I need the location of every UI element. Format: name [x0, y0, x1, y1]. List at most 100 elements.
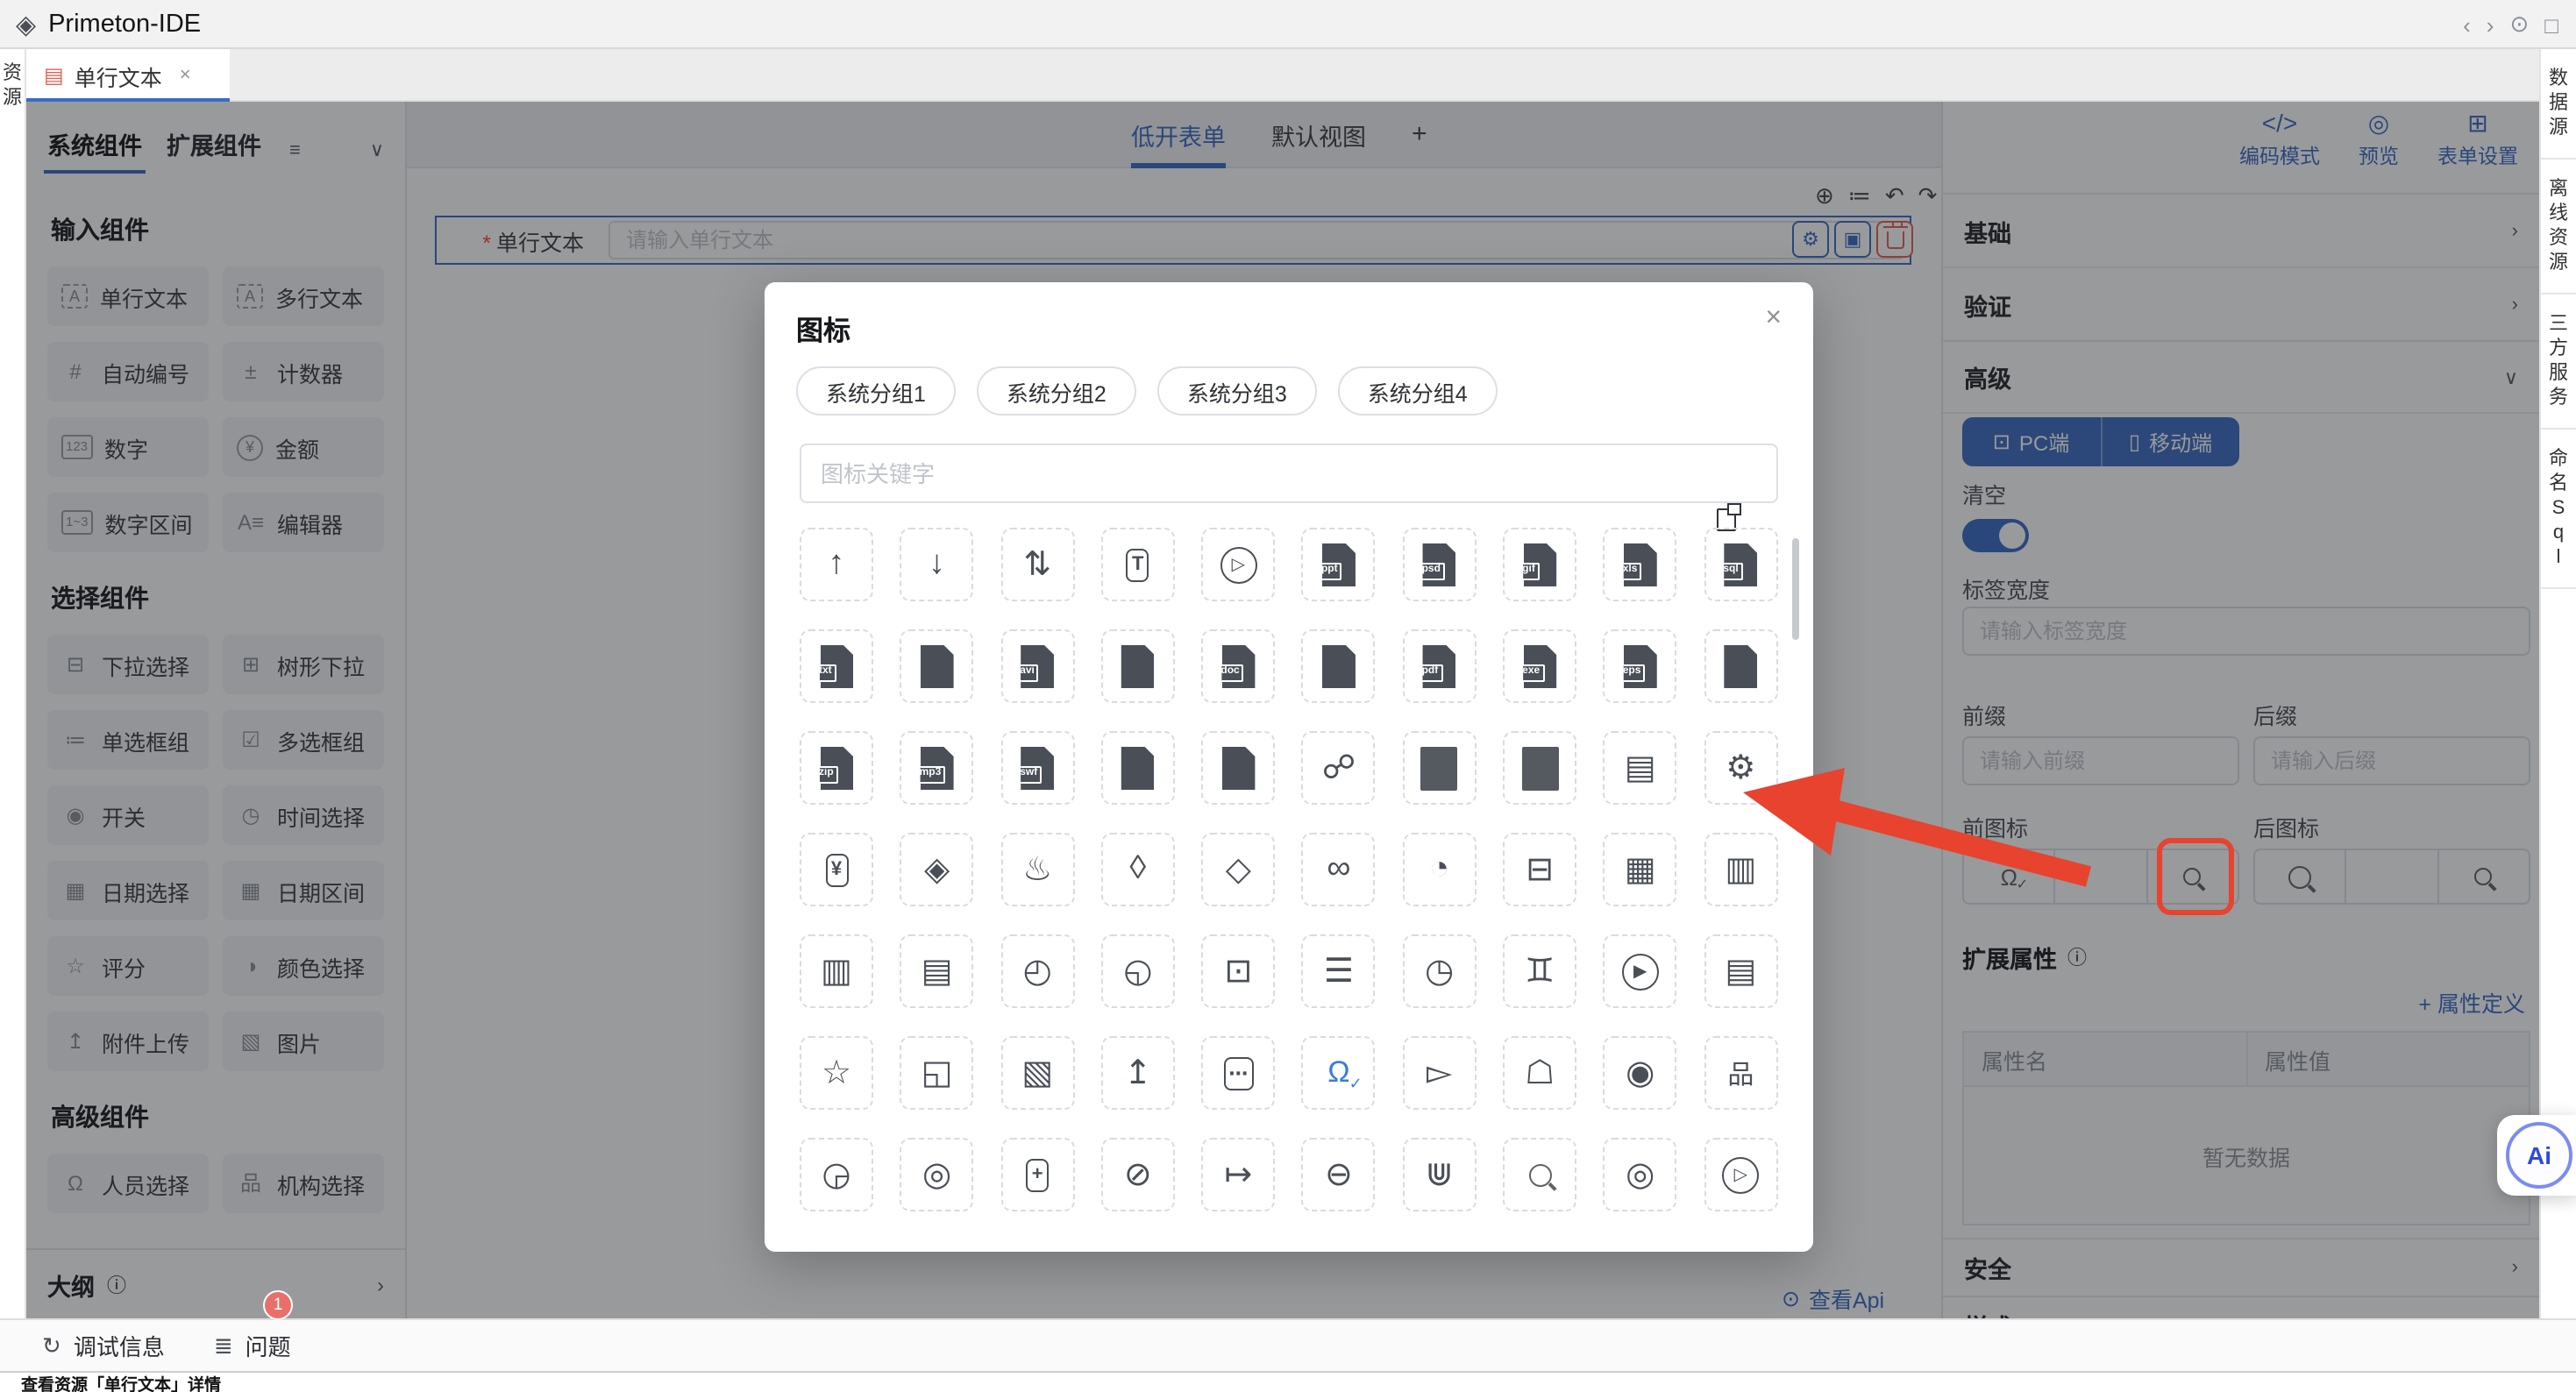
user-clock-icon[interactable]: ◴	[1000, 934, 1074, 1008]
image-icon[interactable]: ▧	[1000, 1036, 1074, 1110]
user-check-icon[interactable]: Ω	[1302, 1036, 1376, 1110]
ban-icon[interactable]: ⊘	[1101, 1138, 1175, 1211]
bookmark-add-icon[interactable]: +	[1000, 1138, 1074, 1211]
modal-close-icon[interactable]: ×	[1765, 303, 1782, 335]
file-exe-icon[interactable]: exe	[1503, 629, 1576, 703]
solid-square-icon[interactable]	[1403, 731, 1477, 805]
document-tab-active[interactable]: ▤ 单行文本 ×	[26, 49, 230, 102]
right-strip-item-3[interactable]: 命名Sql	[2541, 430, 2576, 589]
folder-files-icon[interactable]: ⊟	[1503, 833, 1576, 906]
grid-scrollbar-thumb[interactable]	[1792, 538, 1799, 640]
broken-link-icon[interactable]: ☍	[1302, 731, 1376, 805]
strip-char: 资	[3, 63, 22, 87]
file-ppt-icon[interactable]: ppt	[1302, 528, 1376, 601]
shape-3d-icon[interactable]: ◈	[900, 833, 974, 906]
right-strip-item-2[interactable]: 三方服务	[2541, 295, 2576, 430]
file-eps-icon[interactable]: eps	[1604, 629, 1677, 703]
calendar-icon[interactable]: ▦	[1604, 833, 1677, 906]
tab-close-icon[interactable]: ×	[180, 65, 191, 86]
upload-device-icon[interactable]: ↥	[1101, 1036, 1175, 1110]
checklist-icon[interactable]: ▥	[800, 934, 873, 1008]
chip-system-group-2[interactable]: 系统分组2	[977, 366, 1136, 415]
icon-keyword-input[interactable]	[800, 444, 1778, 503]
sign-out-icon[interactable]: ↦	[1201, 1138, 1275, 1211]
fire-icon[interactable]: ♨	[1000, 833, 1074, 906]
sliders-icon[interactable]: ☰	[1302, 934, 1376, 1008]
book-icon[interactable]: ⋓	[1403, 1138, 1477, 1211]
sitemap-icon[interactable]: 品	[1704, 1036, 1777, 1110]
clipboard-clock-icon[interactable]: ◵	[1101, 934, 1175, 1008]
play-filled-icon[interactable]: ▶	[1604, 934, 1677, 1008]
file-attachment-icon[interactable]	[1302, 629, 1376, 703]
status-text: 查看资源「单行文本」详情	[21, 1370, 221, 1392]
clock-icon[interactable]: ◷	[1403, 934, 1477, 1008]
screen-scan-icon[interactable]: ⊡	[1201, 934, 1275, 1008]
target-chat-icon[interactable]: ◎	[1604, 1138, 1677, 1211]
message-dots-icon[interactable]: ⋯	[1201, 1036, 1275, 1110]
search-icon[interactable]	[1503, 1138, 1576, 1211]
chip-system-group-1[interactable]: 系统分组1	[796, 366, 956, 415]
star-icon[interactable]: ☆	[800, 1036, 873, 1110]
file-icon[interactable]	[900, 629, 974, 703]
file-mp3-icon[interactable]: mp3	[900, 731, 974, 805]
nav-back-icon[interactable]: ‹	[2463, 11, 2471, 38]
file-ppt-icon: ppt	[1322, 543, 1356, 586]
right-strip-item-0[interactable]: 数据源	[2541, 49, 2576, 160]
file-icon[interactable]	[1201, 731, 1275, 805]
gauge-icon[interactable]: ◔	[1403, 833, 1477, 906]
send-icon[interactable]: ▻	[1403, 1036, 1477, 1110]
gem-icon[interactable]: ◊	[1101, 833, 1175, 906]
document-icon[interactable]: ▤	[1704, 934, 1777, 1008]
target-icon[interactable]: ⊙	[2509, 11, 2529, 39]
arrow-down-icon[interactable]: ↓	[900, 528, 974, 601]
file-zip-icon[interactable]: zip	[800, 731, 873, 805]
solid-square-icon[interactable]	[1503, 731, 1576, 805]
file-gif-icon[interactable]: gif	[1503, 528, 1576, 601]
resources-strip-label[interactable]: 资源	[0, 49, 25, 110]
yen-box-icon[interactable]: ¥	[800, 833, 873, 906]
file-sql-icon: sql	[1724, 543, 1757, 586]
sign-out-icon: ↦	[1224, 1154, 1252, 1195]
debug-info-button[interactable]: ↻ 调试信息	[42, 1329, 165, 1362]
users-icon[interactable]: ♊	[1503, 934, 1576, 1008]
file-image-icon[interactable]	[1101, 731, 1175, 805]
file-txt-icon[interactable]: txt	[800, 629, 873, 703]
arrow-up-icon[interactable]: ↑	[800, 528, 873, 601]
podcast-icon[interactable]: ◎	[900, 1138, 974, 1211]
tshirt-icon[interactable]: T	[1101, 528, 1175, 601]
chat-minus-icon[interactable]: ⊖	[1302, 1138, 1376, 1211]
chip-system-group-3[interactable]: 系统分组3	[1157, 366, 1317, 415]
play-circle-icon[interactable]: ▷	[1201, 528, 1275, 601]
bottom-toolbar: ↻ 调试信息 ≣ 问题 1	[0, 1318, 2576, 1371]
file-icon[interactable]	[1101, 629, 1175, 703]
shield-key-icon[interactable]: ☖	[1503, 1036, 1576, 1110]
file-swf-icon[interactable]: swf	[1000, 731, 1074, 805]
badge-check-icon: ◉	[1626, 1053, 1654, 1093]
chip-system-group-4[interactable]: 系统分组4	[1338, 366, 1498, 415]
file-pdf-icon[interactable]: pdf	[1403, 629, 1477, 703]
diamond-icon[interactable]: ◇	[1201, 833, 1275, 906]
file-doc-icon[interactable]: doc	[1201, 629, 1275, 703]
right-strip-item-1[interactable]: 离线资源	[2541, 160, 2576, 295]
sort-az-icon[interactable]: ⇅	[1000, 528, 1074, 601]
file-image-icon	[1121, 746, 1155, 790]
file-avi-icon[interactable]: avi	[1000, 629, 1074, 703]
shape-3d-icon: ◈	[924, 849, 950, 890]
clock-history-icon[interactable]: ◶	[800, 1138, 873, 1211]
user-check-icon: Ω	[1327, 1055, 1349, 1090]
nav-forward-icon[interactable]: ›	[2487, 11, 2494, 38]
scan-frame-icon[interactable]: ◱	[900, 1036, 974, 1110]
clipboard-icon[interactable]: ▤	[900, 934, 974, 1008]
ai-icon: Ai	[2506, 1122, 2572, 1189]
file-icon[interactable]	[1704, 629, 1777, 703]
file-psd-icon[interactable]: psd	[1403, 528, 1477, 601]
problems-button[interactable]: ≣ 问题	[214, 1329, 291, 1362]
file-sql-icon[interactable]: sql	[1704, 528, 1777, 601]
file-xls-icon[interactable]: xls	[1604, 528, 1677, 601]
ai-assistant-button[interactable]: Ai	[2497, 1115, 2576, 1196]
badge-check-icon[interactable]: ◉	[1604, 1036, 1677, 1110]
link-icon[interactable]: ∞	[1302, 833, 1376, 906]
window-icon[interactable]: □	[2544, 11, 2558, 38]
play-circle2-icon[interactable]: ▷	[1704, 1138, 1777, 1211]
form-list-icon[interactable]: ▤	[1604, 731, 1677, 805]
